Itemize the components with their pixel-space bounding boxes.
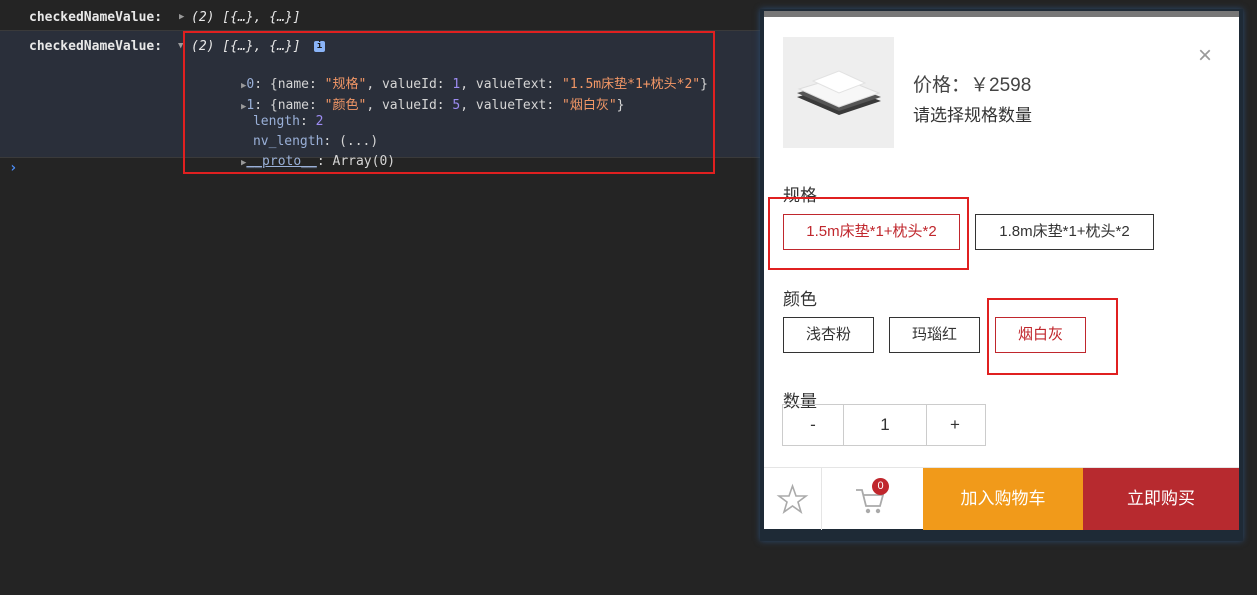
cart-count-badge: 0 xyxy=(872,478,889,495)
action-bar: 0 加入购物车 立即购买 xyxy=(764,467,1239,530)
annotation-box-spec xyxy=(768,197,969,270)
close-icon[interactable]: × xyxy=(1194,44,1216,68)
increment-button[interactable]: + xyxy=(925,405,985,445)
annotation-highlight-box xyxy=(183,31,715,174)
log-label: checkedNameValue: xyxy=(29,10,163,25)
pillow-image-icon xyxy=(797,70,881,115)
quantity-stepper: - 1 + xyxy=(782,404,986,446)
color-label: 颜色 xyxy=(783,290,817,309)
log-label: checkedNameValue: xyxy=(29,39,163,54)
decrement-button[interactable]: - xyxy=(783,405,843,445)
cart-button[interactable]: 0 xyxy=(822,468,923,530)
star-icon xyxy=(776,483,809,514)
select-hint: 请选择规格数量 xyxy=(913,106,1032,125)
quantity-input[interactable]: 1 xyxy=(843,405,927,445)
buy-now-button[interactable]: 立即购买 xyxy=(1083,468,1239,530)
product-thumbnail xyxy=(783,37,894,148)
add-to-cart-button[interactable]: 加入购物车 xyxy=(923,468,1083,530)
sku-selector-panel: 价格：￥2598 请选择规格数量 × 规格 1.5m床垫*1+枕头*2 1.8m… xyxy=(764,11,1239,530)
console-prompt-icon[interactable]: › xyxy=(9,160,17,176)
annotation-box-color xyxy=(987,298,1118,375)
expand-triangle-icon[interactable]: ▶ xyxy=(179,12,184,22)
favorite-button[interactable] xyxy=(764,468,822,530)
price-text: 价格：￥2598 xyxy=(913,75,1032,96)
array-summary[interactable]: (2) [{…}, {…}] xyxy=(191,10,301,25)
spec-option-2[interactable]: 1.8m床垫*1+枕头*2 xyxy=(975,214,1154,250)
cart-icon xyxy=(856,489,885,514)
color-option-red[interactable]: 玛瑙红 xyxy=(889,317,980,353)
console-log-row: checkedNameValue: ▶ (2) [{…}, {…}] xyxy=(0,0,760,31)
color-option-pink[interactable]: 浅杏粉 xyxy=(783,317,874,353)
